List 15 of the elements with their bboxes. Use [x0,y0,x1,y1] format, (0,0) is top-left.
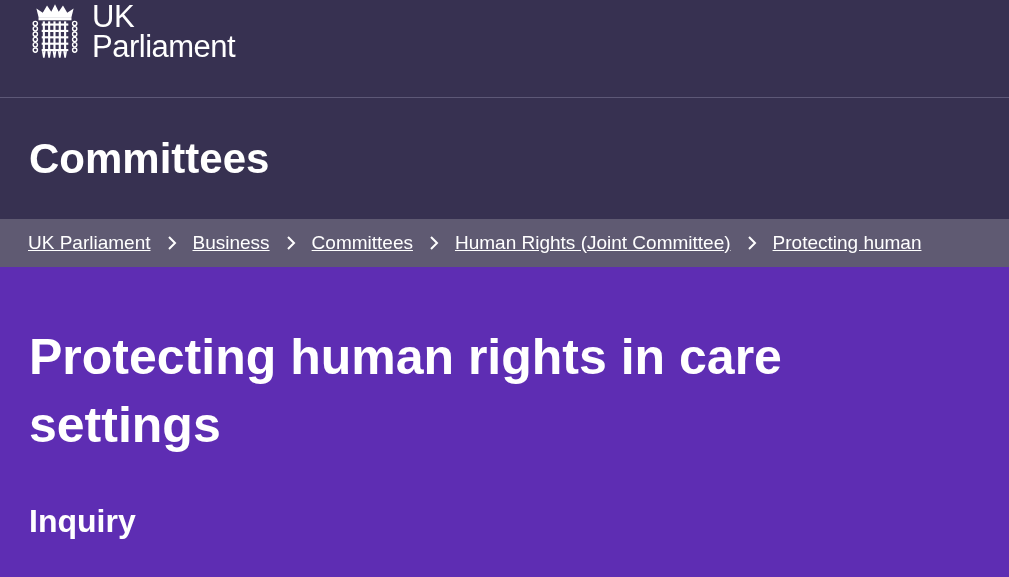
logo-text: UK [92,2,136,32]
uk-parliament-logo[interactable]: UK Parliament [30,2,236,62]
breadcrumb-link[interactable]: Protecting human [772,228,922,258]
logo-text: Parliament [92,32,236,62]
breadcrumb-link[interactable]: Human Rights (Joint Committee) [454,228,731,258]
chevron-icon [285,236,296,250]
page-type: Inquiry [29,502,137,541]
breadcrumb-link[interactable]: Committees [311,228,413,258]
chevron-icon [746,236,757,250]
section-title: Committees [29,134,270,184]
breadcrumb-link[interactable]: Business [192,228,270,258]
page-title: Protecting human rights in care settings [29,328,783,455]
breadcrumb-link[interactable]: UK Parliament [28,228,151,258]
chevron-icon [166,236,177,250]
chevron-icon [428,236,439,250]
